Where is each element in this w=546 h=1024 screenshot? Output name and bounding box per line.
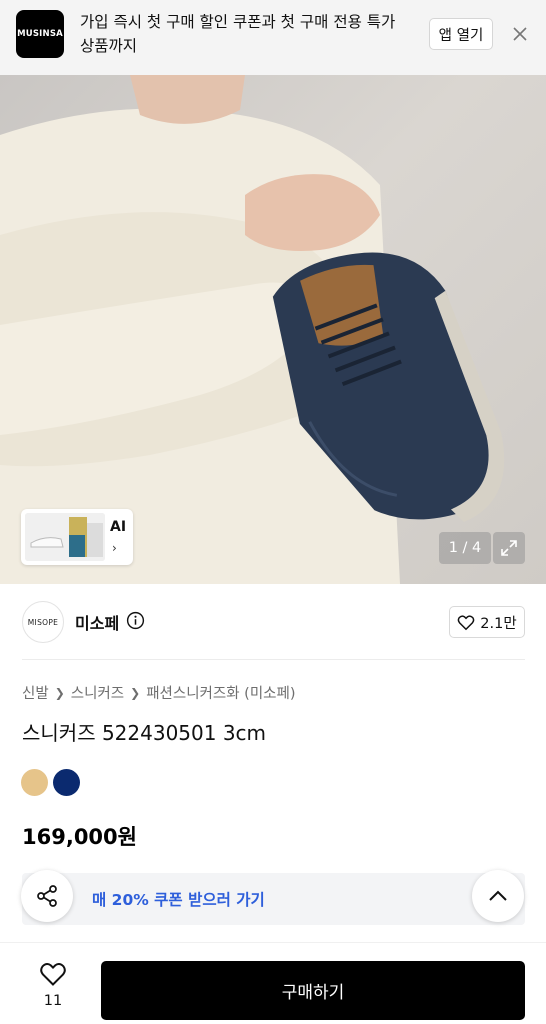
chevron-up-icon xyxy=(489,890,507,901)
brand-name[interactable]: 미소페 xyxy=(75,610,119,634)
ai-label: AI xyxy=(110,519,127,535)
chevron-right-icon: › xyxy=(112,541,117,555)
info-icon[interactable] xyxy=(126,611,145,634)
brand-logo[interactable]: MISOPE xyxy=(22,601,64,643)
expand-icon[interactable] xyxy=(493,532,525,564)
image-counter: 1 / 4 xyxy=(439,532,491,564)
brand-row: MISOPE 미소페 2.1만 xyxy=(0,584,546,660)
buy-button[interactable]: 구매하기 xyxy=(101,961,525,1020)
brand-like-button[interactable]: 2.1만 xyxy=(449,606,525,638)
divider xyxy=(22,659,525,660)
musinsa-logo: MUSINSA xyxy=(16,10,64,58)
musinsa-logo-text: MUSINSA xyxy=(17,29,63,39)
product-price: 169,000원 xyxy=(22,825,137,849)
product-photo xyxy=(0,75,505,584)
wishlist-button[interactable]: 11 xyxy=(34,961,72,1009)
scroll-top-button[interactable] xyxy=(472,870,524,922)
ai-thumb-image xyxy=(25,513,105,561)
banner-message: 가입 즉시 첫 구매 할인 쿠폰과 첫 구매 전용 특가 상품까지 xyxy=(80,13,396,55)
bottom-action-bar: 11 구매하기 xyxy=(0,942,546,1024)
breadcrumb-item[interactable]: 스니커즈 xyxy=(71,682,124,703)
color-swatch-beige[interactable] xyxy=(21,769,48,796)
color-swatch-navy[interactable] xyxy=(53,769,80,796)
breadcrumb-item[interactable]: 신발 xyxy=(22,682,49,703)
breadcrumb-item[interactable]: 패션스니커즈화 (미소페) xyxy=(146,682,295,703)
brand-like-count: 2.1만 xyxy=(480,615,517,632)
app-install-banner: MUSINSA 가입 즉시 첫 구매 할인 쿠폰과 첫 구매 전용 특가 상품까… xyxy=(0,0,546,75)
chevron-right-icon: ❯ xyxy=(54,685,65,700)
coupon-banner[interactable]: 매 20% 쿠폰 받으러 가기 xyxy=(22,873,525,925)
heart-icon xyxy=(40,963,66,986)
heart-icon xyxy=(457,614,475,630)
ai-recommendation-thumb[interactable]: AI › xyxy=(21,509,133,565)
product-title: 스니커즈 522430501 3cm xyxy=(22,721,267,745)
breadcrumb: 신발 ❯ 스니커즈 ❯ 패션스니커즈화 (미소페) xyxy=(22,682,296,703)
wishlist-count: 11 xyxy=(43,993,63,1009)
chevron-right-icon: ❯ xyxy=(130,685,141,700)
close-icon[interactable] xyxy=(508,22,532,46)
product-image-carousel[interactable]: AI › 1 / 4 xyxy=(0,75,546,584)
share-button[interactable] xyxy=(21,870,73,922)
coupon-text: 매 20% 쿠폰 받으러 가기 xyxy=(92,891,265,909)
open-app-button[interactable]: 앱 열기 xyxy=(429,18,493,50)
share-icon xyxy=(37,885,57,907)
brand-logo-text: MISOPE xyxy=(27,617,59,627)
